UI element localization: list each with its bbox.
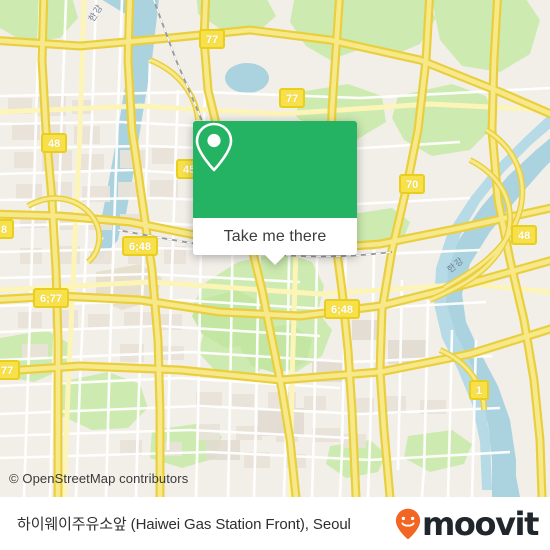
- moovit-brand[interactable]: moovit: [395, 504, 539, 543]
- card-pointer-tail: [264, 254, 286, 265]
- route-shield[interactable]: 6;48: [122, 236, 159, 256]
- moovit-smiley-pin-icon: [395, 508, 421, 539]
- route-shield-label: 77: [286, 93, 299, 105]
- location-info-card[interactable]: Take me there: [193, 121, 357, 265]
- route-shield-label: 77: [1, 365, 14, 377]
- route-shield-label: 1: [476, 385, 483, 397]
- moovit-wordmark: moovit: [421, 504, 539, 543]
- card-footer[interactable]: Take me there: [193, 218, 357, 265]
- route-shield-label: 6;77: [40, 293, 63, 305]
- route-shield-label: 6;48: [331, 304, 354, 316]
- route-shield-label: 6;48: [129, 241, 152, 253]
- route-shield-label: 48: [518, 230, 531, 242]
- card-header: [193, 121, 357, 218]
- route-shield[interactable]: 8: [0, 219, 15, 239]
- route-shield-label: 70: [406, 179, 419, 191]
- map-canvas[interactable]: 한강 한강 77 77 48 45 70 48 8 6;48 6;77 6;48…: [0, 0, 550, 497]
- route-shield[interactable]: 77: [0, 360, 21, 380]
- map-screenshot: 한강 한강 77 77 48 45 70 48 8 6;48 6;77 6;48…: [0, 0, 550, 550]
- take-me-there-label: Take me there: [223, 227, 327, 245]
- route-shield[interactable]: 70: [399, 174, 426, 194]
- place-name: 하이웨이주유소앞 (Haiwei Gas Station Front), Seo…: [17, 516, 351, 533]
- route-shield[interactable]: 48: [511, 225, 538, 245]
- route-shield-label: 8: [1, 224, 8, 236]
- map-pin-icon: [195, 122, 233, 172]
- route-shield[interactable]: 77: [279, 88, 306, 108]
- route-shield[interactable]: 6;77: [33, 288, 70, 308]
- route-shield[interactable]: 48: [41, 133, 68, 153]
- route-shield[interactable]: 1: [469, 380, 490, 400]
- route-shield[interactable]: 77: [199, 29, 226, 49]
- route-shield[interactable]: 6;48: [324, 299, 361, 319]
- bottom-bar: 하이웨이주유소앞 (Haiwei Gas Station Front), Seo…: [0, 497, 550, 550]
- osm-attribution[interactable]: © OpenStreetMap contributors: [9, 471, 188, 486]
- route-shield-label: 77: [206, 34, 219, 46]
- route-shield-label: 48: [48, 138, 61, 150]
